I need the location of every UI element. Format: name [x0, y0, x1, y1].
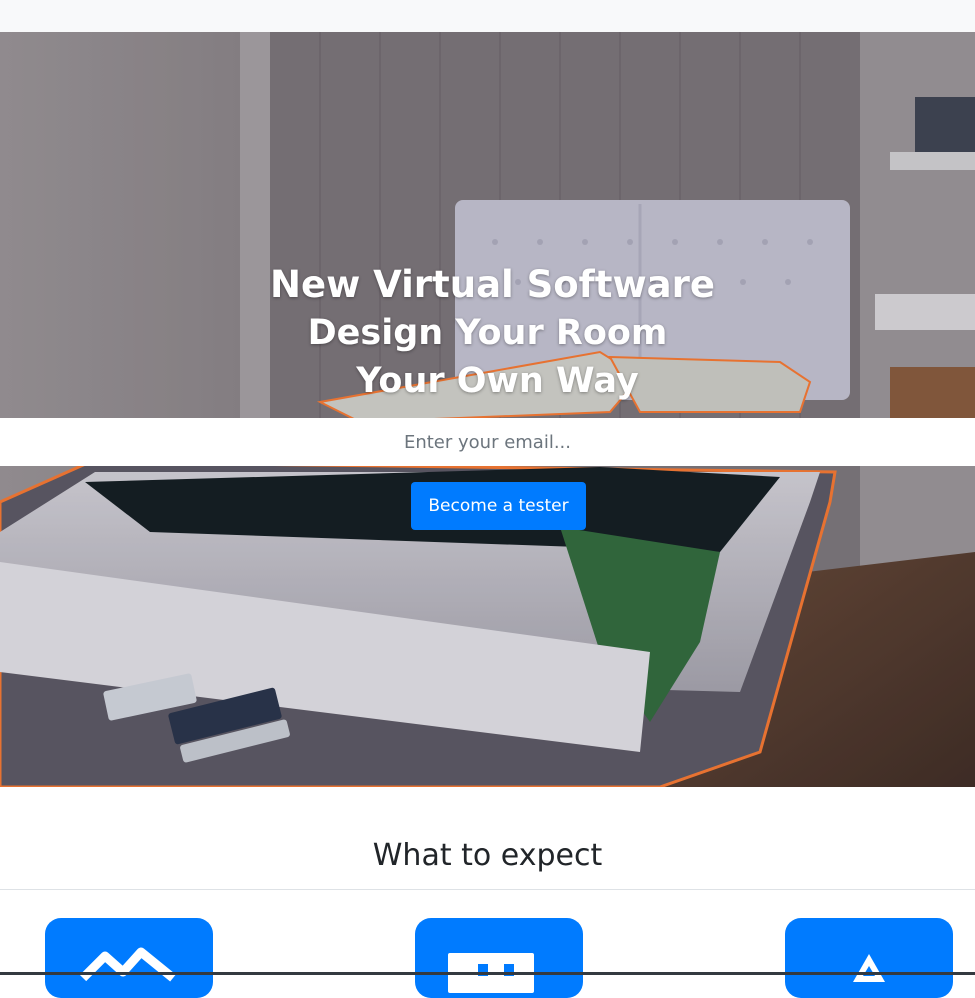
landscape-icon	[79, 947, 176, 982]
section-divider	[0, 889, 975, 890]
hero-title-line-3: Your Own Way	[356, 361, 639, 401]
become-tester-button[interactable]: Become a tester	[411, 482, 586, 530]
triangle-icon	[853, 954, 885, 982]
feature-tile-3	[785, 918, 953, 998]
email-input[interactable]	[0, 418, 975, 466]
top-navbar	[0, 0, 975, 32]
layout-icon	[448, 953, 534, 993]
bedroom-background-image	[0, 32, 975, 787]
hero-section: New Virtual Software Design Your Room Yo…	[0, 32, 975, 787]
hero-title-line-1: New Virtual Software	[270, 263, 715, 306]
features-heading: What to expect	[372, 838, 603, 873]
feature-tile-2	[415, 918, 583, 998]
hero-title: New Virtual Software Design Your Room Yo…	[0, 261, 975, 405]
hero-title-line-2: Design Your Room	[307, 313, 668, 353]
feature-tile-1	[45, 918, 213, 998]
